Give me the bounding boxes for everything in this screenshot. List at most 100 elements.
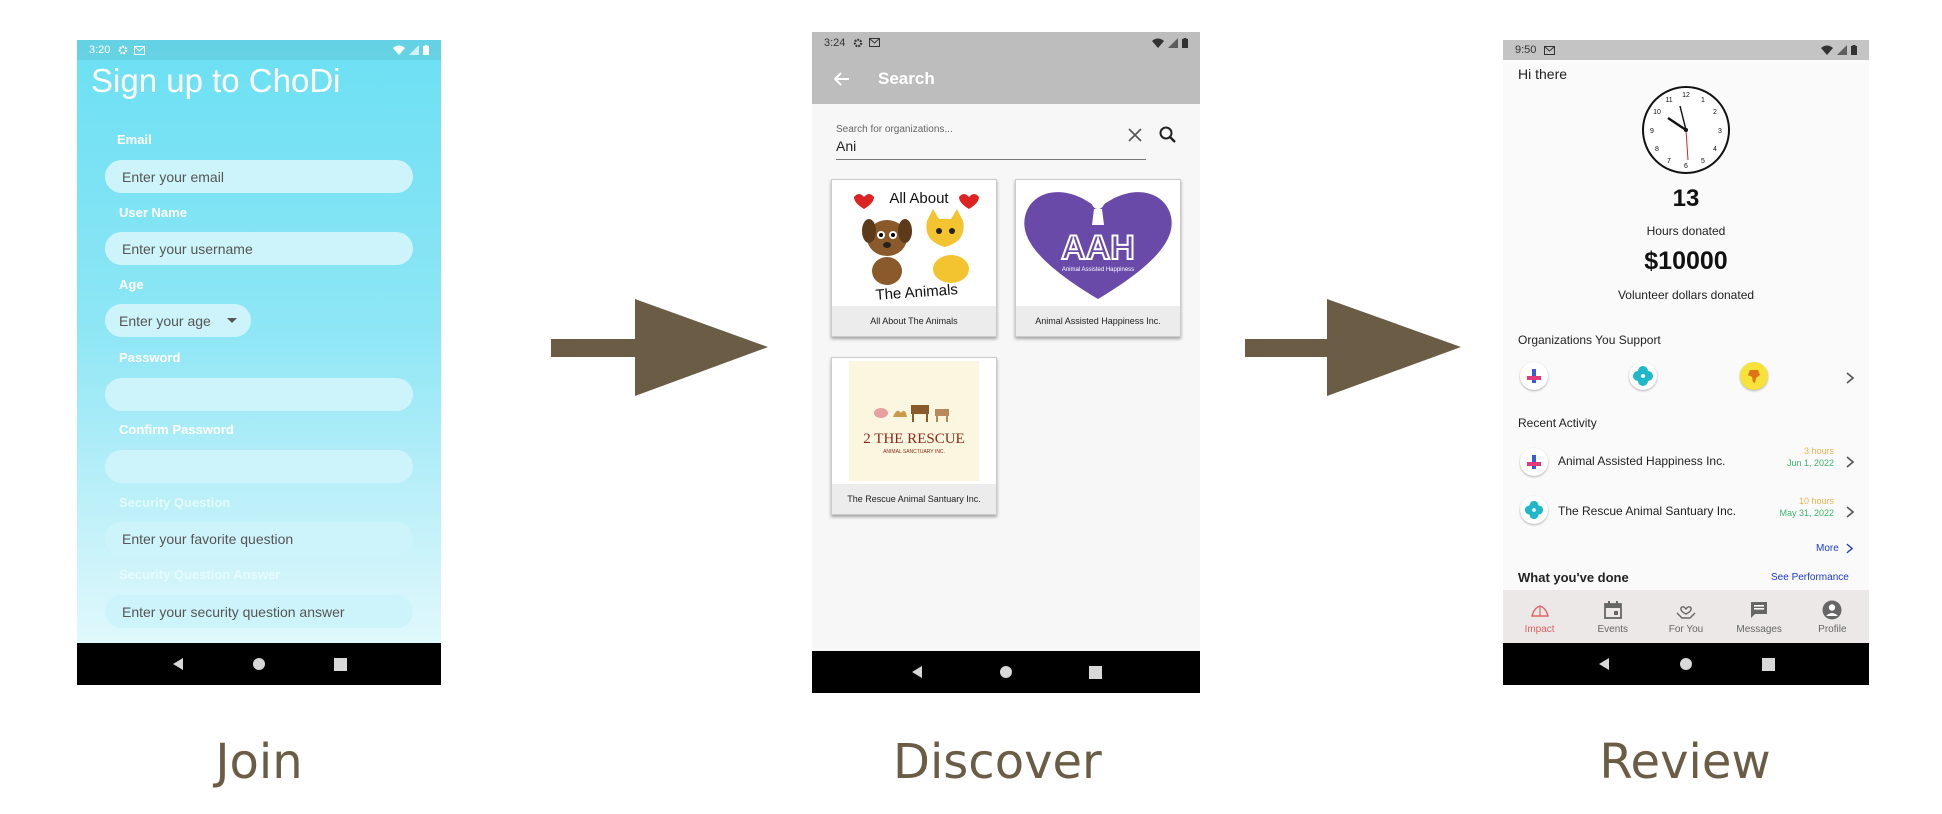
tab-label: Messages [1736, 623, 1782, 635]
tab-impact[interactable]: Impact [1510, 599, 1570, 635]
chevron-right-icon [1846, 543, 1853, 554]
app-bar: Search [812, 53, 1200, 104]
mail-icon [1544, 45, 1556, 55]
puzzle-icon [1527, 369, 1541, 383]
impact-screen: 9:50 Hi there 12 1 2 345 678 9 10 11 13 Hour… [1503, 40, 1869, 685]
status-bar: 9:50 [1503, 40, 1869, 60]
svg-text:3: 3 [1718, 128, 1722, 135]
svg-text:2: 2 [1713, 109, 1717, 116]
app-bar-title: Search [878, 68, 935, 88]
gear-icon [854, 38, 863, 47]
svg-text:5: 5 [1701, 158, 1705, 165]
status-time: 3:20 [89, 44, 111, 56]
recents-nav-icon[interactable] [334, 657, 348, 671]
activity-date: May 31, 2022 [1779, 508, 1834, 518]
signup-screen: 3:20 Sign up to ChoDi Email Enter your e… [77, 40, 441, 685]
page-title: Sign up to ChoDi [91, 62, 341, 99]
mail-icon [869, 38, 881, 47]
step-caption-discover: Discover [893, 734, 1102, 790]
svg-text:9: 9 [1650, 128, 1654, 135]
home-nav-icon[interactable] [252, 657, 266, 671]
rescue-org-icon[interactable] [1629, 362, 1657, 390]
arrow-right-icon [1245, 299, 1461, 396]
battery-icon [423, 45, 429, 55]
age-dropdown[interactable]: Enter your age [105, 304, 251, 337]
back-nav-icon[interactable] [171, 657, 185, 671]
arrow-left-icon [834, 71, 849, 86]
more-link[interactable]: More [1816, 543, 1839, 554]
age-dropdown-value: Enter your age [119, 312, 211, 329]
gear-icon [119, 45, 128, 55]
chevron-right-icon[interactable] [1846, 372, 1854, 384]
back-nav-icon[interactable] [910, 665, 924, 679]
activity-time: 10 hours [1798, 496, 1834, 506]
system-nav-bar [1503, 643, 1869, 685]
battery-icon [1182, 37, 1188, 48]
status-time: 9:50 [1515, 44, 1537, 56]
search-input[interactable]: Search for organizations... Ani [836, 114, 1146, 160]
rescue-logo: 2 THE RESCUE ANIMAL SANCTUARY INC. [832, 358, 996, 484]
hours-value: 13 [1672, 185, 1700, 212]
close-icon[interactable] [1128, 128, 1142, 142]
signal-icon [1168, 37, 1178, 48]
org-card[interactable]: AAH Animal Assisted Happiness Animal Ass… [1015, 179, 1181, 337]
bottom-tab-bar: Impact Events For You Messages Profile [1503, 590, 1869, 643]
clock-icon: 1212 345 678 91011 [1642, 86, 1730, 174]
security-answer-field[interactable]: Enter your security question answer [105, 595, 413, 628]
flower-icon [1524, 500, 1544, 520]
password-label: Password [119, 350, 181, 365]
greeting: Hi there [1518, 66, 1568, 82]
flower-icon [1633, 366, 1653, 386]
animals-logo-icon: 2 THE RESCUE ANIMAL SANCTUARY INC. [849, 361, 979, 481]
wifi-icon [1152, 38, 1164, 48]
recents-nav-icon[interactable] [1761, 657, 1775, 671]
svg-text:10: 10 [1653, 109, 1661, 116]
all-about-animals-logo: All About The Animals [832, 180, 996, 306]
home-nav-icon[interactable] [999, 665, 1013, 679]
search-icon[interactable] [1153, 120, 1183, 150]
age-label: Age [119, 277, 144, 292]
tab-profile[interactable]: Profile [1802, 599, 1862, 635]
chevron-down-icon [226, 318, 237, 323]
password-field[interactable] [105, 378, 413, 411]
wifi-icon [393, 45, 405, 55]
done-section-title: What you've done [1518, 570, 1629, 585]
username-label: User Name [119, 205, 187, 220]
email-field[interactable]: Enter your email [105, 160, 413, 193]
system-nav-bar [77, 643, 441, 685]
aah-org-icon[interactable] [1520, 362, 1548, 390]
africa-org-icon[interactable] [1740, 362, 1768, 390]
activity-row[interactable]: The Rescue Animal Santuary Inc. 10 hours… [1503, 492, 1869, 532]
tab-events[interactable]: Events [1583, 599, 1643, 635]
mail-icon [134, 45, 146, 55]
puzzle-icon [1527, 455, 1541, 469]
status-time: 3:24 [824, 36, 846, 49]
confirm-password-field[interactable] [105, 450, 413, 483]
hours-label: Hours donated [1646, 224, 1726, 238]
activity-date: Jun 1, 2022 [1786, 458, 1834, 468]
signal-icon [409, 45, 419, 55]
svg-text:6: 6 [1684, 163, 1688, 170]
org-card[interactable]: 2 THE RESCUE ANIMAL SANCTUARY INC. The R… [831, 357, 997, 515]
tab-for-you[interactable]: For You [1656, 599, 1716, 635]
signal-icon [1837, 45, 1847, 55]
recents-nav-icon[interactable] [1089, 665, 1103, 679]
tab-messages[interactable]: Messages [1729, 599, 1789, 635]
rescue-org-icon [1520, 496, 1548, 524]
org-card[interactable]: All About The Animals All About The Anim… [831, 179, 997, 337]
home-nav-icon[interactable] [1679, 657, 1693, 671]
username-field[interactable]: Enter your username [105, 232, 413, 265]
svg-text:12: 12 [1682, 92, 1690, 99]
back-button[interactable] [812, 71, 872, 86]
security-question-field[interactable]: Enter your favorite question [105, 522, 413, 555]
activity-row[interactable]: Animal Assisted Happiness Inc. 3 hours J… [1503, 442, 1869, 482]
security-answer-label: Security Question Answer [119, 567, 281, 582]
svg-text:4: 4 [1713, 146, 1717, 153]
see-performance-link[interactable]: See Performance [1771, 572, 1849, 583]
aah-org-icon [1520, 448, 1548, 476]
svg-text:8: 8 [1655, 146, 1659, 153]
org-card-name: Animal Assisted Happiness Inc. [1016, 306, 1180, 336]
logo-subtext: Animal Assisted Happiness [1062, 267, 1134, 273]
activity-time: 3 hours [1803, 446, 1834, 456]
back-nav-icon[interactable] [1597, 657, 1611, 671]
